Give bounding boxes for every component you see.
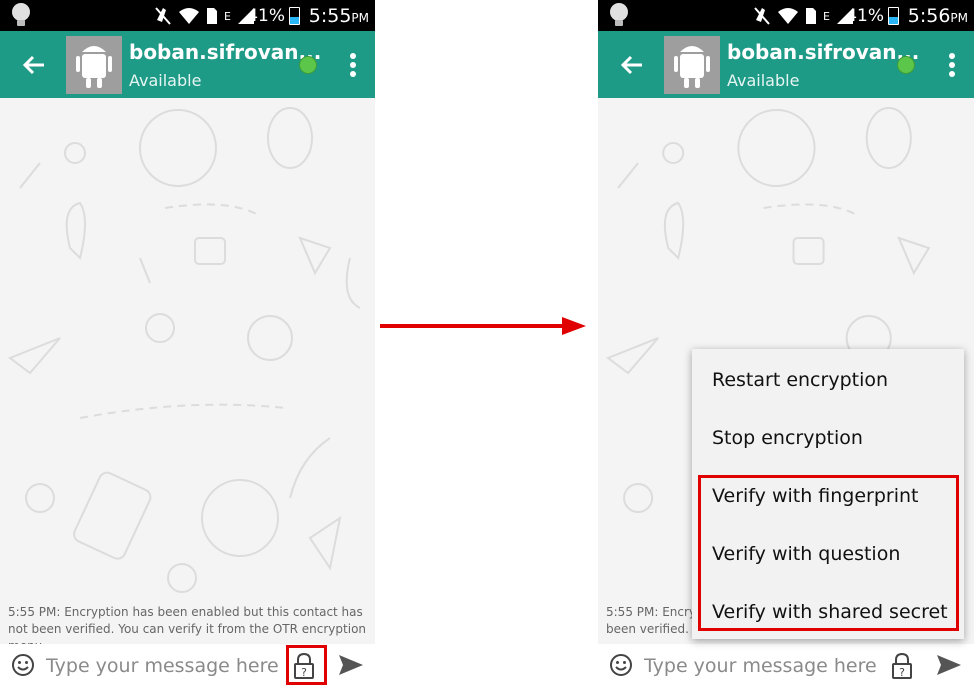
contact-name[interactable]: boban.sifrovan...: [727, 40, 919, 64]
battery-percent: 41%: [247, 6, 285, 26]
emoji-icon[interactable]: [11, 653, 35, 677]
menu-item-restart-encryption[interactable]: Restart encryption: [692, 351, 964, 409]
lock-question-icon[interactable]: ?: [890, 652, 914, 680]
overflow-menu-icon[interactable]: [948, 52, 956, 78]
wifi-icon: [179, 8, 200, 24]
online-dot-icon: [299, 56, 317, 74]
verify-options-highlight-box: [698, 475, 959, 631]
chat-app-bar: boban.sifrovan... Available: [0, 31, 375, 98]
mute-icon: [155, 7, 171, 25]
clock-suffix: PM: [950, 11, 968, 25]
presence-status: Available: [129, 71, 202, 90]
svg-text:?: ?: [899, 666, 905, 679]
network-type: E: [224, 9, 231, 23]
android-avatar-icon: [674, 46, 710, 88]
clock-time: 5:55: [308, 5, 352, 27]
clock: 5:55PM: [309, 4, 369, 30]
online-dot-icon: [897, 56, 915, 74]
message-composer: ?: [598, 644, 974, 694]
overflow-menu-icon[interactable]: [349, 52, 357, 78]
status-icons: E: [154, 5, 255, 27]
back-arrow-icon[interactable]: [20, 51, 48, 79]
clock-suffix: PM: [351, 11, 369, 25]
lock-highlight-box: [286, 645, 327, 685]
status-icons: E: [753, 5, 854, 27]
message-input[interactable]: [644, 652, 878, 680]
contact-avatar[interactable]: [66, 36, 122, 94]
contact-name[interactable]: boban.sifrovan...: [129, 40, 321, 64]
chat-app-bar: boban.sifrovan... Available: [598, 31, 974, 98]
bulb-icon: [610, 3, 628, 26]
network-type: E: [823, 9, 830, 23]
send-icon[interactable]: [935, 653, 963, 677]
presence-status: Available: [727, 71, 800, 90]
battery-icon: [289, 7, 300, 25]
status-bar: E 41% 5:55PM: [0, 0, 375, 31]
sim-icon: [806, 8, 817, 24]
clock-time: 5:56: [907, 5, 951, 27]
contact-avatar[interactable]: [664, 36, 720, 94]
menu-item-stop-encryption[interactable]: Stop encryption: [692, 409, 964, 467]
transition-arrow-icon: [380, 317, 586, 335]
bulb-icon: [12, 3, 30, 26]
sim-icon: [207, 8, 218, 24]
clock: 5:56PM: [908, 4, 968, 30]
status-bar: E 41% 5:56PM: [598, 0, 974, 31]
android-avatar-icon: [76, 46, 112, 88]
screen-before: E 41% 5:55PM boban.sifrovan... Available: [0, 0, 375, 694]
send-icon[interactable]: [337, 653, 365, 677]
battery-percent: 41%: [846, 6, 884, 26]
wifi-icon: [778, 8, 799, 24]
battery-icon: [888, 7, 899, 25]
message-input[interactable]: [46, 652, 280, 680]
back-arrow-icon[interactable]: [618, 51, 646, 79]
emoji-icon[interactable]: [609, 653, 633, 677]
mute-icon: [754, 7, 770, 25]
chat-wallpaper: [7, 107, 361, 593]
